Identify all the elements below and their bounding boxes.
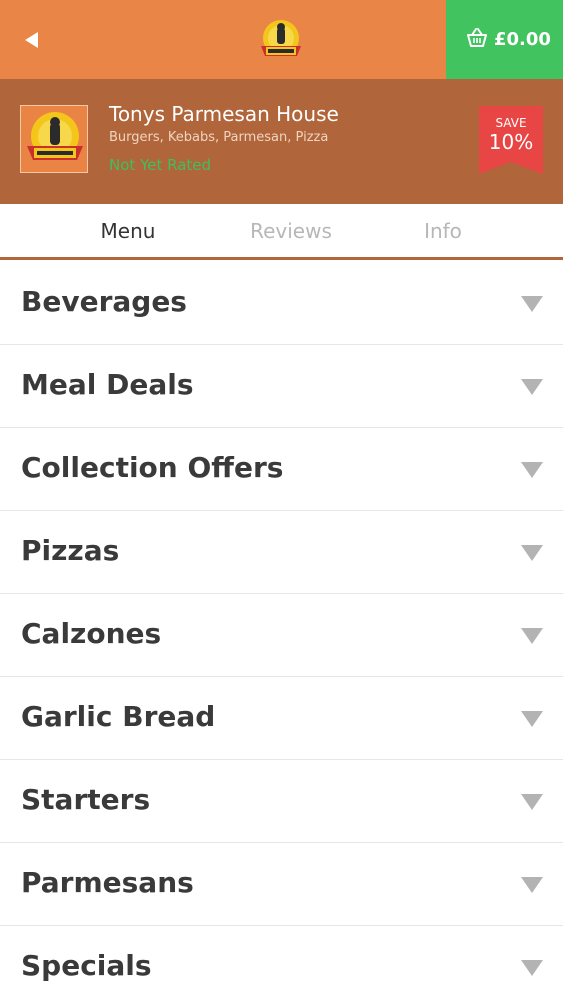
back-arrow-icon: [25, 32, 38, 48]
chevron-down-icon: [521, 877, 543, 893]
restaurant-header: Tonys Parmesan House Burgers, Kebabs, Pa…: [0, 79, 563, 204]
tab-menu[interactable]: Menu: [48, 218, 208, 244]
category-label: Starters: [21, 783, 151, 816]
category-row-specials[interactable]: Specials: [0, 926, 563, 1000]
save-badge-value: 10%: [488, 130, 534, 154]
category-label: Pizzas: [21, 534, 120, 567]
back-button[interactable]: [12, 20, 52, 60]
chevron-down-icon: [521, 545, 543, 561]
category-label: Garlic Bread: [21, 700, 216, 733]
restaurant-logo: [20, 105, 88, 173]
brand-logo: [259, 18, 303, 62]
category-row-beverages[interactable]: Beverages: [0, 262, 563, 345]
category-label: Collection Offers: [21, 451, 284, 484]
category-row-meal-deals[interactable]: Meal Deals: [0, 345, 563, 428]
tab-bar: Menu Reviews Info: [0, 204, 563, 260]
basket-icon: [467, 28, 487, 47]
category-row-pizzas[interactable]: Pizzas: [0, 511, 563, 594]
chevron-down-icon: [521, 794, 543, 810]
chevron-down-icon: [521, 462, 543, 478]
category-label: Parmesans: [21, 866, 194, 899]
save-badge: SAVE 10%: [479, 106, 543, 174]
chevron-down-icon: [521, 296, 543, 312]
category-row-collection-offers[interactable]: Collection Offers: [0, 428, 563, 511]
category-label: Meal Deals: [21, 368, 194, 401]
chevron-down-icon: [521, 628, 543, 644]
category-row-garlic-bread[interactable]: Garlic Bread: [0, 677, 563, 760]
category-label: Specials: [21, 949, 152, 982]
tab-info[interactable]: Info: [363, 218, 523, 244]
restaurant-rating: Not Yet Rated: [109, 156, 212, 174]
category-row-calzones[interactable]: Calzones: [0, 594, 563, 677]
cart-total: £0.00: [494, 29, 551, 50]
chevron-down-icon: [521, 379, 543, 395]
restaurant-name: Tonys Parmesan House: [109, 102, 339, 126]
category-row-parmesans[interactable]: Parmesans: [0, 843, 563, 926]
category-row-starters[interactable]: Starters: [0, 760, 563, 843]
cart-button[interactable]: £0.00: [446, 0, 563, 79]
menu-category-list: Beverages Meal Deals Collection Offers P…: [0, 262, 563, 1000]
chevron-down-icon: [521, 960, 543, 976]
save-badge-label: SAVE: [495, 116, 527, 130]
restaurant-cuisines: Burgers, Kebabs, Parmesan, Pizza: [109, 130, 329, 145]
category-label: Calzones: [21, 617, 162, 650]
top-bar: £0.00: [0, 0, 563, 79]
category-label: Beverages: [21, 285, 187, 318]
tab-reviews[interactable]: Reviews: [211, 218, 371, 244]
chevron-down-icon: [521, 711, 543, 727]
